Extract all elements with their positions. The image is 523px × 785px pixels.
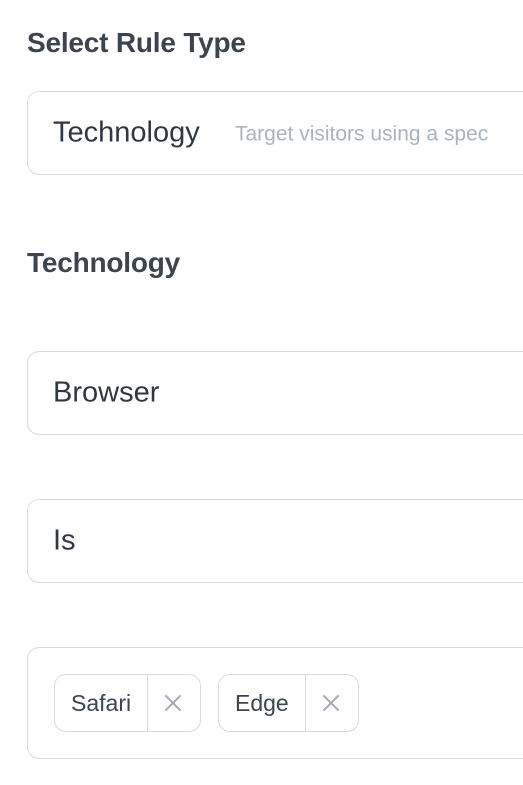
value-chip-edge: Edge — [218, 674, 359, 732]
rule-type-select[interactable]: Technology Target visitors using a spec — [27, 91, 523, 175]
rule-type-description: Target visitors using a spec — [235, 122, 489, 146]
operator-value: Is — [53, 524, 76, 557]
chip-label: Safari — [71, 689, 132, 716]
rule-type-selected-value: Technology — [53, 116, 200, 149]
technology-property-select[interactable]: Browser — [27, 351, 523, 435]
remove-safari-button[interactable] — [147, 675, 198, 731]
technology-property-value: Browser — [53, 376, 160, 409]
close-icon — [322, 695, 339, 711]
select-rule-type-heading: Select Rule Type — [27, 27, 246, 58]
browser-values-multiselect[interactable]: Safari Edge — [27, 647, 523, 759]
close-icon — [165, 695, 182, 711]
remove-edge-button[interactable] — [304, 675, 356, 731]
operator-select[interactable]: Is — [27, 499, 523, 583]
value-chip-safari: Safari — [54, 674, 201, 732]
chip-label: Edge — [235, 689, 289, 716]
technology-heading: Technology — [27, 247, 181, 278]
